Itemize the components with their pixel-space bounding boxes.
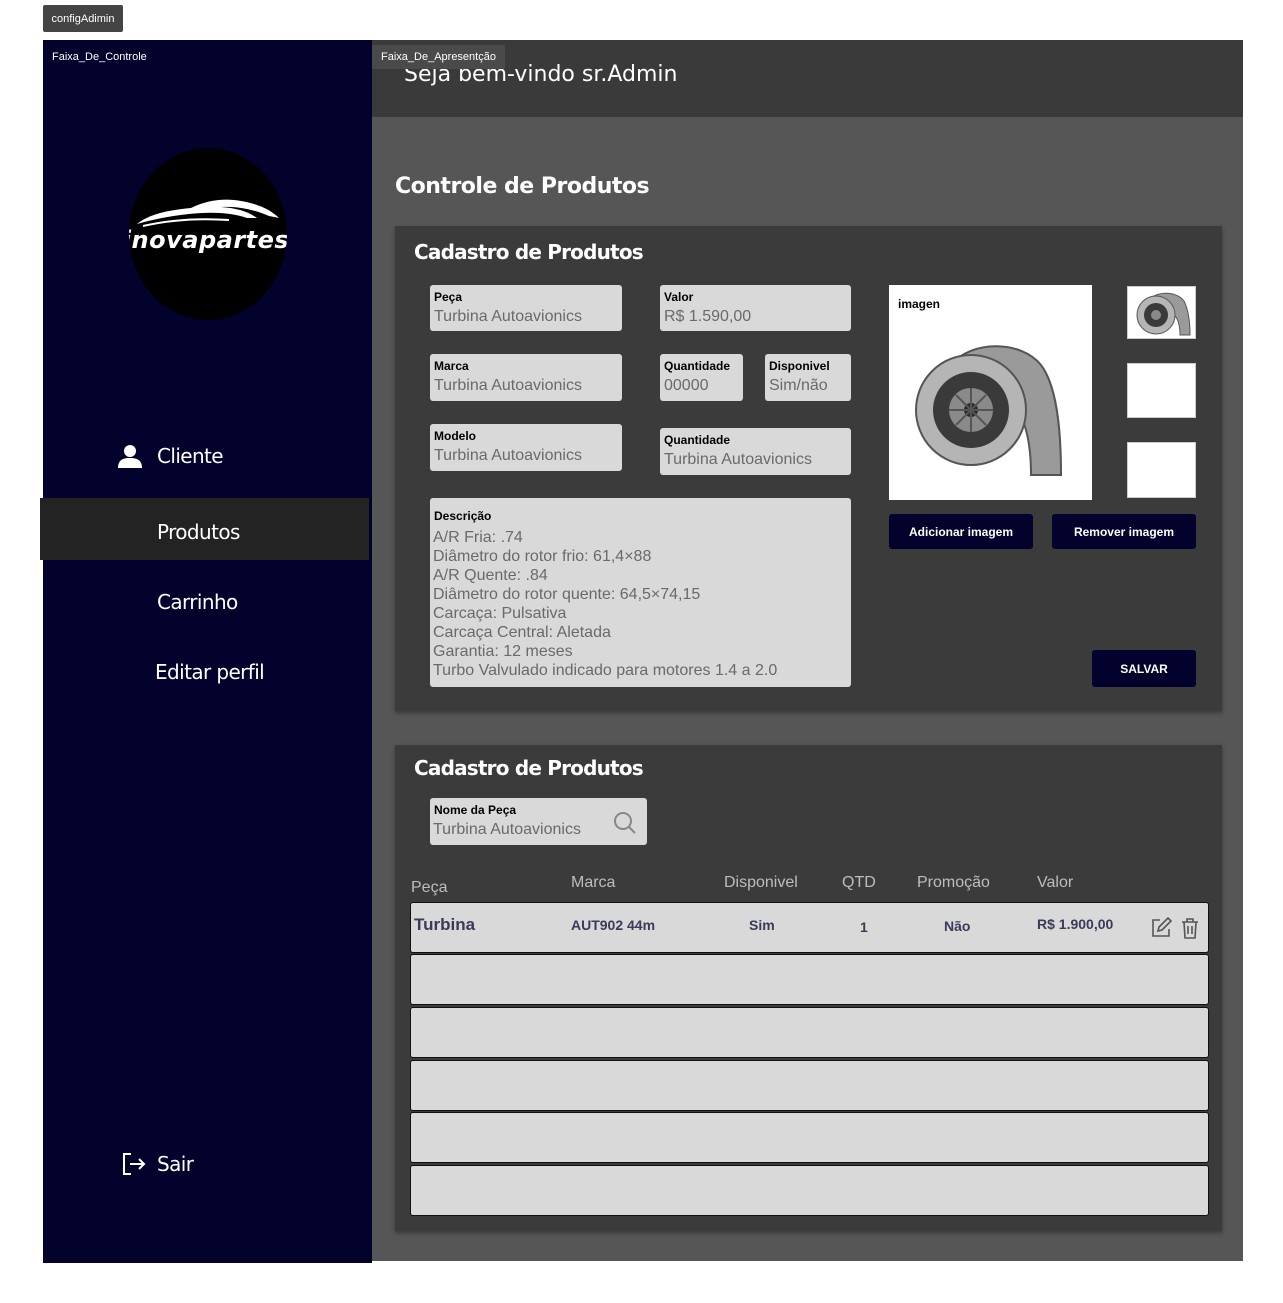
form-title: Cadastro de Produtos	[414, 240, 644, 264]
column-header-peca: Peça	[411, 879, 448, 896]
logout-icon	[123, 1153, 146, 1175]
cell-promocao: Não	[944, 918, 971, 934]
main-frame-label: Faixa_De_Apresentção	[372, 45, 505, 69]
user-icon	[118, 445, 142, 468]
remove-image-button[interactable]: Remover imagem	[1052, 514, 1196, 549]
cell-marca: AUT902 44m	[571, 917, 656, 933]
marca-label: Marca	[434, 359, 469, 373]
valor-label: Valor	[664, 290, 694, 304]
search-label: Nome da Peça	[434, 803, 517, 817]
descricao-line: A/R Quente: .84	[433, 567, 548, 584]
column-header-disponivel: Disponivel	[724, 874, 798, 891]
logout-button[interactable]: Sair	[121, 1148, 194, 1180]
logo: inovapartes	[129, 148, 287, 320]
quantidade-field[interactable]: Quantidade 00000	[660, 354, 743, 401]
descricao-line: Diâmetro do rotor frio: 61,4×88	[433, 548, 652, 565]
sidebar-item-label: Carrinho	[157, 590, 238, 614]
descricao-line: A/R Fria: .74	[433, 529, 523, 546]
descricao-line: Turbo Valvulado indicado para motores 1.…	[433, 662, 778, 679]
cell-disponivel: Sim	[749, 917, 775, 933]
descricao-label: Descrição	[434, 509, 492, 523]
disponivel-label: Disponivel	[769, 359, 830, 373]
descricao-line: Carcaça: Pulsativa	[433, 605, 567, 622]
cell-peca: Turbina	[414, 915, 476, 934]
cell-qtd: 1	[860, 919, 868, 935]
peca-label: Peça	[434, 290, 463, 304]
table-row-empty[interactable]	[410, 954, 1209, 1005]
descricao-line: Diâmetro do rotor quente: 64,5×74,15	[433, 586, 701, 603]
valor-field[interactable]: Valor R$ 1.590,00	[660, 285, 851, 331]
sidebar-item-cliente[interactable]: Cliente	[117, 440, 224, 472]
sidebar: Faixa_De_Controle inovapartes	[43, 40, 372, 1263]
table-row-empty[interactable]	[410, 1060, 1209, 1111]
page-title: Controle de Produtos	[395, 174, 650, 199]
sidebar-item-label: Editar perfil	[155, 660, 265, 684]
quantidade-secondary-field[interactable]: Quantidade Turbina Autoavionics	[660, 428, 851, 475]
sidebar-item-carrinho[interactable]: Carrinho	[157, 586, 238, 618]
column-header-qtd: QTD	[842, 874, 876, 891]
table-row-empty[interactable]	[410, 1165, 1209, 1216]
modelo-label: Modelo	[434, 429, 476, 443]
sidebar-frame-label: Faixa_De_Controle	[52, 51, 147, 63]
search-field[interactable]: Nome da Peça Turbina Autoavionics	[430, 798, 647, 845]
valor-input[interactable]: R$ 1.590,00	[664, 308, 751, 326]
image-thumbnail-1[interactable]	[1127, 286, 1196, 339]
quantidade-secondary-input[interactable]: Turbina Autoavionics	[664, 451, 812, 469]
sidebar-item-produtos[interactable]: Produtos	[157, 516, 240, 548]
config-admin-tag: configAdimin	[43, 5, 123, 32]
turbo-image-icon	[915, 345, 1063, 476]
table-row-empty[interactable]	[410, 1007, 1209, 1058]
table-row-empty[interactable]	[410, 1112, 1209, 1163]
sidebar-item-label: Cliente	[157, 444, 224, 468]
logout-label: Sair	[157, 1152, 194, 1176]
descricao-textarea[interactable]: A/R Fria: .74 Diâmetro do rotor frio: 61…	[433, 528, 777, 680]
disponivel-input[interactable]: Sim/não	[769, 377, 828, 395]
quantidade-input[interactable]: 00000	[664, 377, 709, 395]
cell-valor: R$ 1.900,00	[1037, 916, 1114, 932]
descricao-field[interactable]: Descrição A/R Fria: .74 Diâmetro do roto…	[430, 498, 851, 687]
add-image-button[interactable]: Adicionar imagem	[889, 514, 1033, 549]
image-thumbnail-3[interactable]	[1127, 442, 1196, 498]
modelo-field[interactable]: Modelo Turbina Autoavionics	[430, 424, 622, 471]
column-header-promocao: Promoção	[917, 874, 990, 891]
descricao-line: Carcaça Central: Aletada	[433, 624, 611, 641]
trash-icon[interactable]	[1180, 917, 1200, 939]
search-icon[interactable]	[613, 811, 637, 835]
search-input[interactable]: Turbina Autoavionics	[433, 821, 581, 839]
turbo-thumbnail-icon	[1136, 292, 1191, 336]
image-preview: imagen	[889, 285, 1092, 500]
save-button[interactable]: SALVAR	[1092, 650, 1196, 687]
edit-icon[interactable]	[1150, 917, 1172, 939]
list-title: Cadastro de Produtos	[414, 756, 644, 780]
table-row[interactable]: Turbina AUT902 44m Sim 1 Não R$ 1.900,00	[410, 902, 1209, 953]
peca-field[interactable]: Peça Turbina Autoavionics	[430, 285, 622, 331]
modelo-input[interactable]: Turbina Autoavionics	[434, 447, 582, 465]
disponivel-field[interactable]: Disponivel Sim/não	[765, 354, 851, 401]
column-header-valor: Valor	[1037, 874, 1074, 891]
logo-text: inovapartes	[129, 226, 287, 254]
image-thumbnail-2[interactable]	[1127, 363, 1196, 418]
quantidade-secondary-label: Quantidade	[664, 433, 731, 447]
marca-input[interactable]: Turbina Autoavionics	[434, 377, 582, 395]
descricao-line: Garantia: 12 meses	[433, 643, 573, 660]
image-label: imagen	[898, 297, 941, 311]
quantidade-label: Quantidade	[664, 359, 731, 373]
sidebar-item-label: Produtos	[157, 520, 240, 544]
sidebar-item-editar-perfil[interactable]: Editar perfil	[155, 656, 265, 688]
column-header-marca: Marca	[571, 874, 616, 891]
marca-field[interactable]: Marca Turbina Autoavionics	[430, 354, 622, 401]
peca-input[interactable]: Turbina Autoavionics	[434, 308, 582, 326]
